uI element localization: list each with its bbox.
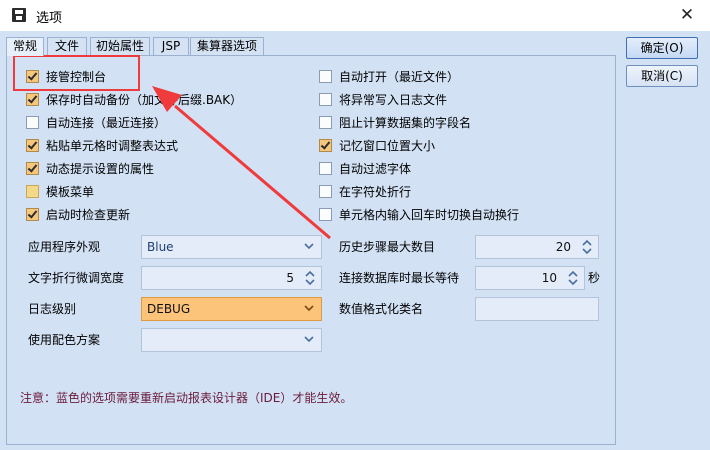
checkbox-box	[26, 138, 39, 152]
wrap-width-label: 文字折行微调宽度	[28, 271, 125, 285]
checkbox-block-dataset-fields[interactable]: 阻止计算数据集的字段名	[319, 113, 471, 131]
checkbox-dynamic-property-hint[interactable]: 动态提示设置的属性	[26, 159, 154, 177]
log-level-label: 日志级别	[28, 302, 77, 316]
checkbox-label: 记忆窗口位置大小	[339, 138, 436, 153]
appearance-value: Blue	[147, 240, 174, 254]
undo-steps-label: 历史步骤最大数目	[339, 240, 436, 254]
log-level-select[interactable]: DEBUG	[141, 297, 322, 321]
checkbox-box	[319, 69, 332, 83]
checkbox-box	[319, 92, 332, 106]
title-bar: 选项 ✕	[0, 0, 710, 31]
checkbox-box	[26, 92, 39, 106]
highlight-box	[13, 55, 140, 91]
checkbox-label: 模板菜单	[46, 184, 95, 199]
tab-calculator-options[interactable]: 集算器选项	[190, 37, 264, 55]
db-wait-value: 10	[541, 271, 557, 285]
checkbox-label: 将异常写入日志文件	[339, 92, 448, 107]
chevron-down-icon	[304, 336, 314, 343]
db-wait-label: 连接数据库时最长等待	[339, 271, 460, 285]
checkbox-label: 阻止计算数据集的字段名	[339, 115, 472, 130]
close-button[interactable]: ✕	[672, 2, 702, 28]
checkbox-label: 自动过滤字体	[339, 161, 412, 176]
checkbox-wrap-at-char[interactable]: 在字符处折行	[319, 182, 411, 200]
spinner-arrows-icon[interactable]	[301, 268, 319, 288]
color-scheme-label: 使用配色方案	[28, 333, 101, 347]
checkbox-auto-filter-fonts[interactable]: 自动过滤字体	[319, 159, 411, 177]
checkbox-box	[26, 207, 39, 221]
spinner-arrows-icon[interactable]	[564, 268, 582, 288]
ok-button[interactable]: 确定(O)	[626, 37, 698, 59]
checkbox-label: 自动打开（最近文件）	[339, 69, 460, 84]
checkbox-auto-connect[interactable]: 自动连接（最近连接）	[26, 113, 166, 131]
checkbox-label: 粘贴单元格时调整表达式	[46, 138, 179, 153]
tab-initial-properties[interactable]: 初始属性	[90, 37, 150, 55]
appearance-label: 应用程序外观	[28, 240, 101, 254]
db-wait-unit: 秒	[588, 271, 601, 285]
undo-steps-spinner[interactable]: 20	[475, 235, 599, 259]
checkbox-box	[319, 115, 332, 129]
checkbox-remember-window[interactable]: 记忆窗口位置大小	[319, 136, 435, 154]
checkbox-box	[26, 115, 39, 129]
checkbox-adjust-expression-on-paste[interactable]: 粘贴单元格时调整表达式	[26, 136, 178, 154]
db-wait-spinner[interactable]: 10	[475, 266, 585, 290]
checkbox-label: 自动连接（最近连接）	[46, 115, 167, 130]
tab-general[interactable]: 常规	[6, 37, 44, 56]
chevron-down-icon	[304, 243, 314, 250]
checkbox-log-exceptions[interactable]: 将异常写入日志文件	[319, 90, 447, 108]
checkbox-box	[319, 138, 332, 152]
checkbox-box	[319, 161, 332, 175]
checkbox-auto-open-recent[interactable]: 自动打开（最近文件）	[319, 67, 459, 85]
checkbox-box	[26, 184, 39, 198]
checkbox-label: 保存时自动备份（加文件后缀.BAK）	[46, 92, 243, 107]
number-format-label: 数值格式化类名	[339, 302, 424, 316]
app-icon	[12, 8, 26, 22]
window-title: 选项	[36, 11, 63, 26]
appearance-select[interactable]: Blue	[141, 235, 322, 259]
checkbox-label: 单元格内输入回车时切换自动换行	[339, 207, 520, 222]
checkbox-box	[319, 184, 332, 198]
wrap-width-spinner[interactable]: 5	[141, 266, 322, 290]
tab-jsp[interactable]: JSP	[153, 37, 189, 55]
checkbox-template-menu[interactable]: 模板菜单	[26, 182, 94, 200]
dialog-client: 常规 文件 初始属性 JSP 集算器选项 接管控制台 保存时自动备份（加文件后缀…	[0, 31, 710, 450]
checkbox-box	[319, 207, 332, 221]
undo-steps-value: 20	[555, 240, 571, 254]
restart-note: 注意：蓝色的选项需要重新启动报表设计器（IDE）才能生效。	[20, 391, 353, 405]
cancel-button[interactable]: 取消(C)	[626, 65, 698, 87]
tab-file[interactable]: 文件	[47, 37, 87, 55]
checkbox-label: 动态提示设置的属性	[46, 161, 155, 176]
checkbox-auto-backup[interactable]: 保存时自动备份（加文件后缀.BAK）	[26, 90, 242, 108]
chevron-down-icon	[304, 305, 314, 312]
checkbox-label: 在字符处折行	[339, 184, 412, 199]
wrap-width-value: 5	[286, 271, 294, 285]
color-scheme-select[interactable]	[141, 328, 322, 352]
spinner-arrows-icon[interactable]	[578, 237, 596, 257]
number-format-input[interactable]	[475, 297, 599, 321]
checkbox-label: 启动时检查更新	[46, 207, 131, 222]
checkbox-box	[26, 161, 39, 175]
checkbox-check-updates[interactable]: 启动时检查更新	[26, 205, 130, 223]
log-level-value: DEBUG	[147, 302, 191, 316]
checkbox-enter-toggles-wrap[interactable]: 单元格内输入回车时切换自动换行	[319, 205, 519, 223]
